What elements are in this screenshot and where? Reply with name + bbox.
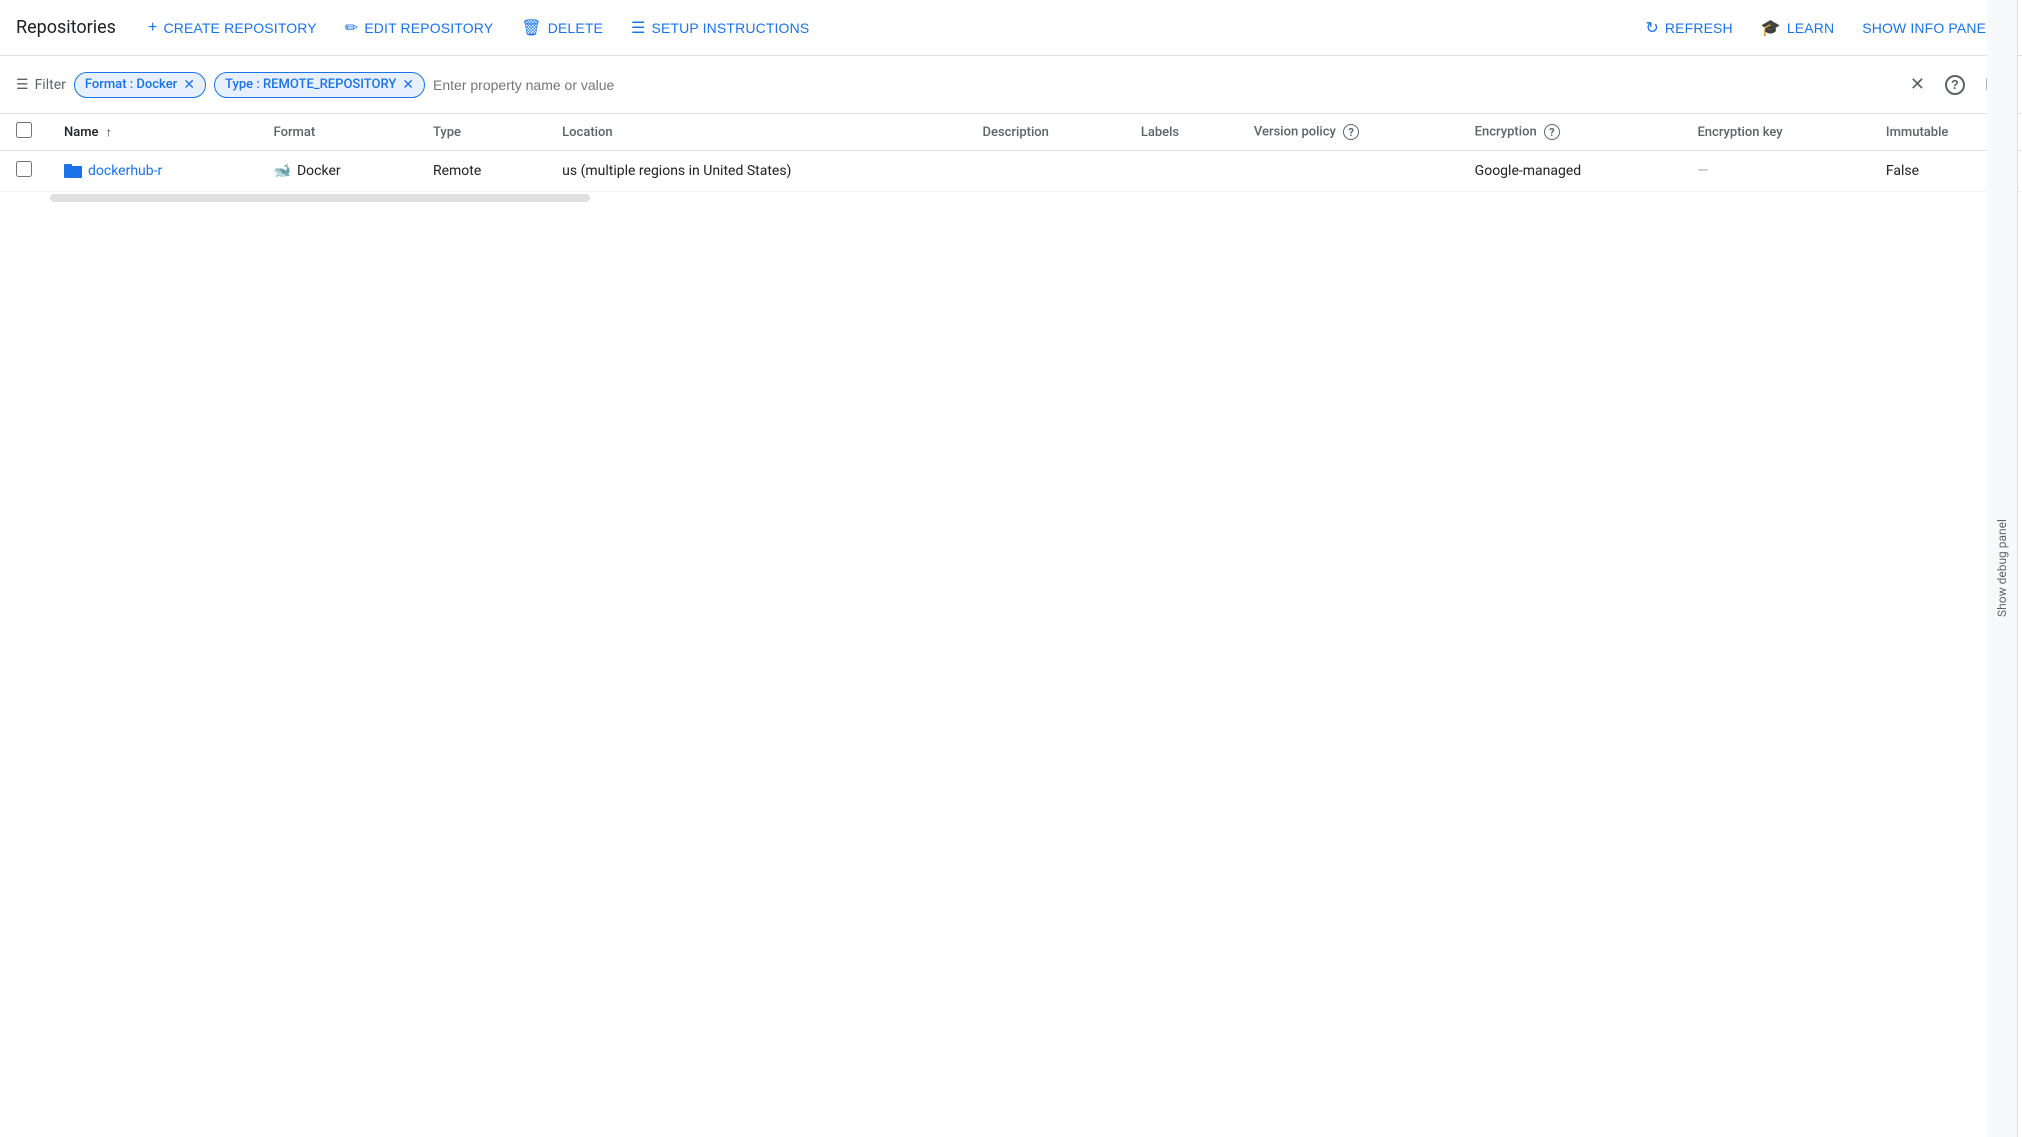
setup-instructions-button[interactable]: ☰ SETUP INSTRUCTIONS [619, 10, 821, 46]
row-location-cell: us (multiple regions in United States) [546, 151, 966, 192]
delete-button[interactable]: 🗑 DELETE [509, 10, 615, 46]
format-chip-label: Format : Docker [85, 77, 177, 92]
filter-label[interactable]: ☰ Filter [16, 77, 66, 93]
row-checkbox[interactable] [16, 161, 32, 177]
page-title: Repositories [16, 17, 116, 38]
clear-filter-button[interactable]: ✕ [1904, 68, 1931, 101]
edit-icon: ✏ [345, 18, 359, 38]
setup-label: SETUP INSTRUCTIONS [651, 20, 809, 36]
edit-repository-button[interactable]: ✏ EDIT REPOSITORY [333, 10, 505, 46]
row-encryption-cell: Google-managed [1459, 151, 1682, 192]
row-labels-cell [1125, 151, 1238, 192]
toolbar-right: ↻ REFRESH 🎓 LEARN SHOW INFO PANEL [1633, 10, 2006, 46]
create-repository-label: CREATE REPOSITORY [163, 20, 316, 36]
row-version-policy-cell [1238, 151, 1459, 192]
table-header-row: Name ↑ Format Type Location Description … [0, 114, 2022, 151]
column-location-label: Location [562, 125, 612, 140]
help-button[interactable]: ? [1939, 69, 1971, 101]
column-description-label: Description [983, 125, 1049, 140]
column-labels[interactable]: Labels [1125, 114, 1238, 151]
edit-repository-label: EDIT REPOSITORY [364, 20, 493, 36]
learn-button[interactable]: 🎓 LEARN [1749, 10, 1846, 46]
row-format-cell: 🐋 Docker [258, 151, 417, 192]
type-chip-close[interactable]: ✕ [402, 77, 414, 93]
setup-icon: ☰ [631, 18, 645, 38]
repo-name-link[interactable]: dockerhub-r [88, 163, 162, 179]
column-name-label: Name [64, 125, 99, 140]
toolbar: Repositories + CREATE REPOSITORY ✏ EDIT … [0, 0, 2022, 56]
table-body: dockerhub-r 🐋 Docker Remote us (multiple re… [0, 151, 2022, 192]
refresh-button[interactable]: ↻ REFRESH [1633, 10, 1744, 46]
column-name[interactable]: Name ↑ [48, 114, 258, 151]
immutable-value: False [1886, 163, 1919, 179]
column-encryption-label: Encryption [1475, 125, 1537, 140]
plus-icon: + [148, 19, 157, 37]
column-description[interactable]: Description [967, 114, 1125, 151]
row-description-cell [967, 151, 1125, 192]
type-filter-chip: Type : REMOTE_REPOSITORY ✕ [214, 72, 425, 98]
learn-label: LEARN [1787, 20, 1834, 36]
repositories-table-container: Name ↑ Format Type Location Description … [0, 114, 2022, 204]
row-encryption-key-cell: — [1681, 151, 1869, 192]
column-type[interactable]: Type [417, 114, 546, 151]
refresh-icon: ↻ [1645, 18, 1659, 38]
delete-icon: 🗑 [521, 18, 541, 38]
delete-label: DELETE [548, 20, 603, 36]
row-type-cell: Remote [417, 151, 546, 192]
side-panel-tab-container: Show debug panel [1982, 0, 2022, 1137]
repositories-table: Name ↑ Format Type Location Description … [0, 114, 2022, 192]
type-chip-label: Type : REMOTE_REPOSITORY [225, 77, 396, 92]
column-immutable-label: Immutable [1886, 125, 1948, 140]
select-all-checkbox[interactable] [16, 122, 32, 138]
version-policy-help-icon[interactable]: ? [1343, 124, 1359, 140]
location-value: us (multiple regions in United States) [562, 163, 791, 179]
column-encryption-key-label: Encryption key [1697, 125, 1782, 140]
table-row: dockerhub-r 🐋 Docker Remote us (multiple re… [0, 151, 2022, 192]
folder-icon [64, 164, 82, 178]
name-cell-content: dockerhub-r [64, 163, 242, 179]
show-info-label: SHOW INFO PANEL [1862, 20, 1994, 36]
row-name-cell: dockerhub-r [48, 151, 258, 192]
sort-asc-icon: ↑ [106, 125, 112, 139]
encryption-help-icon[interactable]: ? [1544, 124, 1560, 140]
encryption-key-value: — [1697, 163, 1708, 179]
create-repository-button[interactable]: + CREATE REPOSITORY [136, 11, 329, 45]
filter-search-input[interactable] [433, 77, 1896, 93]
column-labels-label: Labels [1141, 125, 1179, 140]
column-type-label: Type [433, 125, 461, 140]
select-all-header[interactable] [0, 114, 48, 151]
column-encryption-key[interactable]: Encryption key [1681, 114, 1869, 151]
help-icon: ? [1945, 75, 1965, 95]
filter-bar: ☰ Filter Format : Docker ✕ Type : REMOTE… [0, 56, 2022, 114]
docker-icon: 🐋 [274, 163, 291, 179]
format-chip-close[interactable]: ✕ [183, 77, 195, 93]
row-checkbox-cell[interactable] [0, 151, 48, 192]
column-format[interactable]: Format [258, 114, 417, 151]
column-version-policy-label: Version policy [1254, 125, 1336, 140]
horizontal-scrollbar[interactable] [50, 194, 590, 202]
side-panel-label: Show debug panel [1995, 520, 2009, 618]
filter-text: Filter [35, 77, 66, 93]
encryption-value: Google-managed [1475, 163, 1581, 179]
format-filter-chip: Format : Docker ✕ [74, 72, 206, 98]
column-format-label: Format [274, 125, 316, 140]
show-debug-panel-tab[interactable]: Show debug panel [1987, 0, 2018, 1137]
filter-icon: ☰ [16, 77, 29, 93]
format-value: Docker [297, 163, 341, 179]
type-value: Remote [433, 163, 481, 179]
close-icon: ✕ [1910, 74, 1925, 95]
learn-icon: 🎓 [1761, 18, 1781, 38]
column-encryption[interactable]: Encryption ? [1459, 114, 1682, 151]
refresh-label: REFRESH [1665, 20, 1733, 36]
column-version-policy[interactable]: Version policy ? [1238, 114, 1459, 151]
column-location[interactable]: Location [546, 114, 966, 151]
